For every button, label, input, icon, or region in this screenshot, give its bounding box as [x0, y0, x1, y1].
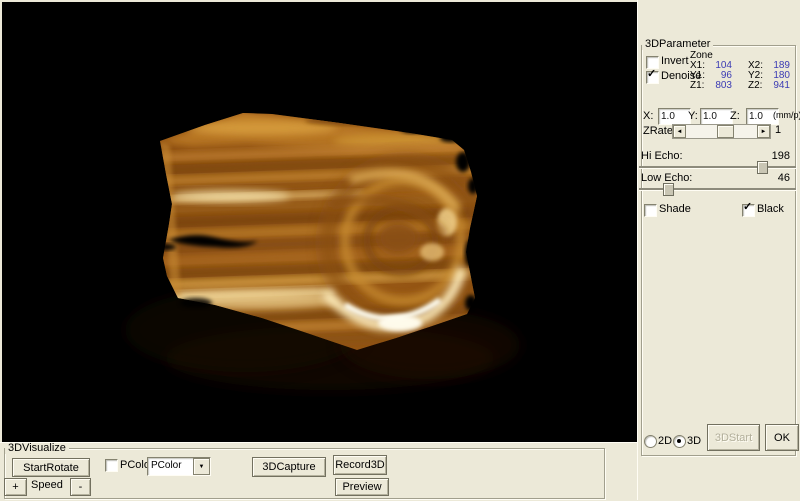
mode-3d-radio[interactable] [673, 435, 686, 448]
app-window: 3DParameter ✓ Invert ✓ Denoise Zone X1: … [0, 0, 800, 500]
render-viewport[interactable] [2, 2, 637, 442]
3dstart-button[interactable]: 3DStart [707, 424, 760, 451]
check-icon: ✓ [743, 202, 752, 213]
check-icon: ✓ [647, 69, 656, 80]
mode-2d-label: 2D [658, 436, 672, 447]
scroll-left-arrow-icon[interactable]: ◄ [673, 125, 686, 138]
zone-z1-value: 803 [710, 81, 732, 91]
denoise-checkbox[interactable]: ✓ [646, 71, 659, 84]
zrate-scrollbar-thumb[interactable] [717, 125, 734, 138]
pcolor-select[interactable]: PColor ▼ [147, 457, 211, 476]
mode-3d-label: 3D [687, 436, 701, 447]
dropdown-arrow-icon[interactable]: ▼ [193, 458, 210, 475]
scroll-right-arrow-icon[interactable]: ► [757, 125, 770, 138]
scale-unit-label: (mm/p) [773, 110, 800, 121]
zone-z2-value: 941 [768, 81, 790, 91]
hi-echo-value: 198 [768, 151, 790, 162]
record3d-button[interactable]: Record3D [333, 455, 387, 475]
zrate-label: ZRate [643, 126, 673, 137]
low-echo-slider-thumb[interactable] [663, 183, 674, 196]
invert-label: Invert [661, 56, 689, 67]
zone-z2-label: Z2: [748, 81, 768, 91]
mode-2d-radio[interactable] [644, 435, 657, 448]
zone-row-z: Z1: 803 Z2: 941 [690, 81, 790, 91]
pcolor-select-value: PColor [148, 458, 193, 475]
low-echo-slider[interactable] [639, 188, 796, 191]
visualize-group-title: 3DVisualize [5, 443, 69, 454]
zone-table: X1: 104 X2: 189 Y1: 96 Y2: 180 Z1: 803 Z… [690, 61, 790, 91]
hi-echo-label: Hi Echo: [641, 151, 683, 162]
zrate-value: 1 [775, 125, 781, 136]
speed-minus-button[interactable]: - [70, 478, 91, 496]
x-scale-label: X: [643, 111, 653, 122]
black-label: Black [757, 204, 784, 215]
start-rotate-button[interactable]: StartRotate [12, 458, 90, 477]
zrate-scrollbar[interactable]: ◄ ► [672, 124, 771, 139]
parameter-panel: 3DParameter ✓ Invert ✓ Denoise Zone X1: … [637, 0, 800, 500]
zone-z1-label: Z1: [690, 81, 710, 91]
volume-render [2, 2, 637, 442]
y-scale-label: Y: [688, 111, 698, 122]
speed-label: Speed [31, 480, 63, 491]
zrate-scrollbar-track[interactable] [686, 125, 757, 138]
z-scale-label: Z: [730, 111, 740, 122]
shade-label: Shade [659, 204, 691, 215]
ok-button[interactable]: OK [765, 424, 799, 451]
shade-checkbox[interactable]: ✓ [644, 204, 657, 217]
speed-plus-button[interactable]: + [4, 478, 27, 496]
x-scale-input[interactable] [658, 108, 691, 125]
y-scale-input[interactable] [700, 108, 733, 125]
3dcapture-button[interactable]: 3DCapture [252, 457, 326, 477]
parameter-group-title: 3DParameter [642, 39, 713, 50]
low-echo-value: 46 [768, 173, 790, 184]
3dparameter-groupbox [641, 45, 796, 456]
pcolor-checkbox[interactable]: ✓ [105, 459, 118, 472]
hi-echo-slider[interactable] [639, 166, 796, 169]
hi-echo-slider-thumb[interactable] [757, 161, 768, 174]
visualize-panel: 3DVisualize StartRotate + Speed - ✓ PCol… [0, 442, 637, 501]
preview-button[interactable]: Preview [335, 478, 389, 496]
black-checkbox[interactable]: ✓ [742, 204, 755, 217]
